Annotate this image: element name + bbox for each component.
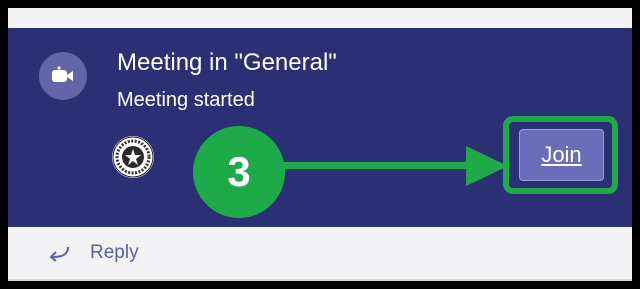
video-camera-icon xyxy=(39,52,87,100)
meeting-card: Meeting in "General" Meeting started Joi… xyxy=(8,28,632,227)
state-seal-avatar[interactable] xyxy=(112,136,154,178)
step-number-badge: 3 xyxy=(193,126,285,218)
top-divider xyxy=(8,8,632,28)
reply-label[interactable]: Reply xyxy=(90,241,139,265)
meeting-status: Meeting started xyxy=(117,89,255,111)
reply-arrow-icon xyxy=(46,244,70,267)
meeting-title: Meeting in "General" xyxy=(117,49,337,76)
arrow-right-icon xyxy=(278,146,508,186)
reply-bar[interactable]: Reply xyxy=(8,227,632,281)
join-button[interactable]: Join xyxy=(519,129,604,181)
teams-chat-frame: Meeting in "General" Meeting started Joi… xyxy=(8,8,632,281)
